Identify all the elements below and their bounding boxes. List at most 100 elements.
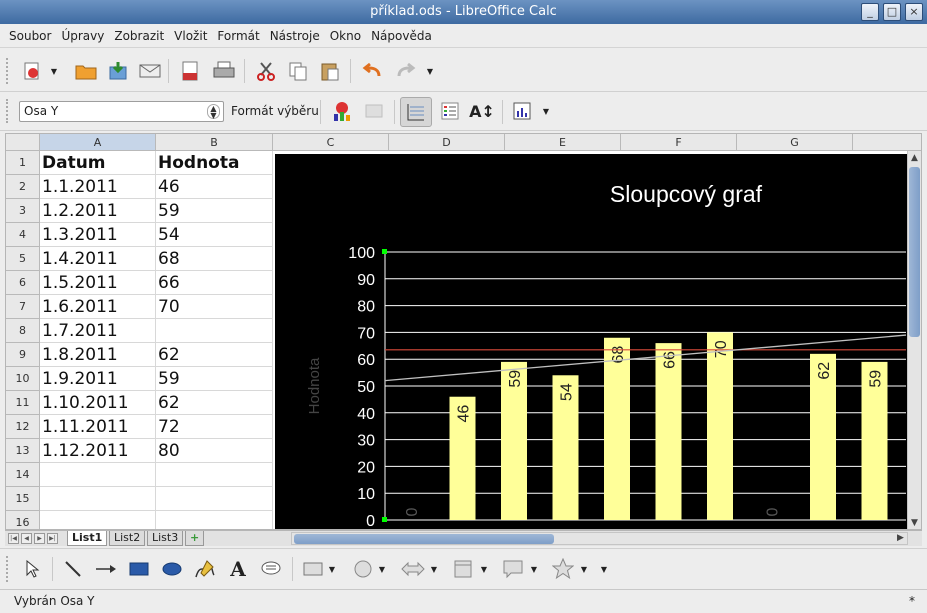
cell-date[interactable]: Datum: [40, 151, 156, 175]
select-arrow-icon[interactable]: [20, 557, 46, 581]
cell-date[interactable]: 1.3.2011: [40, 223, 156, 247]
cell-date[interactable]: [40, 511, 156, 529]
row-header[interactable]: 13: [6, 439, 40, 463]
bar-chart[interactable]: Sloupcový graf 0 10 20 30 40 50 60 70 80 90 100 Hodn…: [275, 154, 908, 530]
cell-value[interactable]: 59: [156, 367, 273, 391]
first-sheet-icon[interactable]: |◀: [8, 533, 19, 544]
rectangle-icon[interactable]: [126, 557, 152, 581]
open-folder-icon[interactable]: [72, 58, 100, 84]
row-header[interactable]: 7: [6, 295, 40, 319]
block-arrows-dropdown-icon[interactable]: ▼: [428, 557, 440, 581]
save-icon[interactable]: [104, 58, 132, 84]
menu-format[interactable]: Formát: [212, 29, 264, 43]
block-arrows-icon[interactable]: [400, 557, 426, 581]
callouts-dropdown-icon[interactable]: ▼: [528, 557, 540, 581]
cell-date[interactable]: 1.6.2011: [40, 295, 156, 319]
callouts-icon[interactable]: [500, 557, 526, 581]
cell-date[interactable]: 1.7.2011: [40, 319, 156, 343]
cell-date[interactable]: 1.11.2011: [40, 415, 156, 439]
horizontal-scrollbar[interactable]: ▶: [291, 532, 908, 545]
cell-value[interactable]: [156, 487, 273, 511]
new-document-icon[interactable]: [18, 58, 46, 84]
format-selection-button[interactable]: Formát výběru: [231, 104, 319, 118]
star-icon[interactable]: [550, 557, 576, 581]
cell-value[interactable]: 80: [156, 439, 273, 463]
menu-nastroje[interactable]: Nástroje: [265, 29, 325, 43]
chart-element-select[interactable]: Osa Y ▲ ▼: [19, 101, 224, 122]
vertical-scrollbar[interactable]: ▲ ▼: [907, 151, 921, 529]
toolbar-grip[interactable]: [6, 58, 10, 84]
column-header-h[interactable]: [853, 134, 921, 151]
cell-date[interactable]: 1.10.2011: [40, 391, 156, 415]
automatic-layout-icon[interactable]: [508, 98, 536, 124]
spreadsheet-grid[interactable]: A B C D E F G 1 Datum Hodnota 2 1.1.2011 46 3 1…: [5, 133, 922, 530]
column-header-d[interactable]: D: [389, 134, 505, 151]
sheet-tab-list1[interactable]: List1: [67, 531, 108, 546]
line-icon[interactable]: [60, 557, 86, 581]
menu-soubor[interactable]: Soubor: [4, 29, 56, 43]
row-header[interactable]: 10: [6, 367, 40, 391]
freeform-icon[interactable]: [192, 557, 218, 581]
scroll-up-icon[interactable]: ▲: [908, 152, 921, 165]
cell-value[interactable]: 54: [156, 223, 273, 247]
symbol-shapes-icon[interactable]: [350, 557, 376, 581]
column-header-f[interactable]: F: [621, 134, 737, 151]
cell-value[interactable]: 72: [156, 415, 273, 439]
cell-value[interactable]: Hodnota: [156, 151, 273, 175]
scale-text-icon[interactable]: A↕: [468, 98, 496, 124]
redo-icon[interactable]: [392, 58, 420, 84]
menu-upravy[interactable]: Úpravy: [56, 29, 109, 43]
export-pdf-icon[interactable]: [176, 58, 204, 84]
row-header[interactable]: 12: [6, 415, 40, 439]
cell-date[interactable]: 1.1.2011: [40, 175, 156, 199]
menu-okno[interactable]: Okno: [325, 29, 366, 43]
print-icon[interactable]: [210, 58, 238, 84]
paste-icon[interactable]: [316, 58, 344, 84]
callout-icon[interactable]: [258, 557, 284, 581]
sheet-tab-list2[interactable]: List2: [109, 531, 146, 546]
cell-date[interactable]: 1.2.2011: [40, 199, 156, 223]
toolbar-overflow-icon[interactable]: ▼: [598, 557, 610, 581]
row-header[interactable]: 2: [6, 175, 40, 199]
cell-value[interactable]: 70: [156, 295, 273, 319]
menu-vlozit[interactable]: Vložit: [169, 29, 212, 43]
basic-shapes-icon[interactable]: [300, 557, 326, 581]
row-header[interactable]: 1: [6, 151, 40, 175]
cell-value[interactable]: 59: [156, 199, 273, 223]
cell-date[interactable]: 1.9.2011: [40, 367, 156, 391]
chart-data-table-icon[interactable]: [360, 98, 388, 124]
cell-date[interactable]: 1.12.2011: [40, 439, 156, 463]
ellipse-icon[interactable]: [159, 557, 185, 581]
cell-date[interactable]: [40, 487, 156, 511]
symbol-shapes-dropdown-icon[interactable]: ▼: [376, 557, 388, 581]
row-header[interactable]: 6: [6, 271, 40, 295]
cell-value[interactable]: 66: [156, 271, 273, 295]
chart-type-icon[interactable]: [328, 98, 356, 124]
scroll-right-icon[interactable]: ▶: [894, 532, 907, 545]
cell-date[interactable]: 1.4.2011: [40, 247, 156, 271]
undo-icon[interactable]: [358, 58, 386, 84]
cell-date[interactable]: [40, 463, 156, 487]
row-header[interactable]: 4: [6, 223, 40, 247]
toolbar-grip[interactable]: [6, 99, 10, 123]
toolbar-overflow-icon[interactable]: ▼: [424, 58, 436, 84]
add-sheet-icon[interactable]: +: [185, 531, 205, 546]
column-header-a[interactable]: A: [40, 134, 156, 151]
cut-icon[interactable]: [252, 58, 280, 84]
cell-value[interactable]: [156, 463, 273, 487]
menu-napoveda[interactable]: Nápověda: [366, 29, 437, 43]
row-header[interactable]: 9: [6, 343, 40, 367]
prev-sheet-icon[interactable]: ◀: [21, 533, 32, 544]
column-header-b[interactable]: B: [156, 134, 273, 151]
scroll-down-icon[interactable]: ▼: [908, 517, 921, 529]
stars-dropdown-icon[interactable]: ▼: [578, 557, 590, 581]
text-icon[interactable]: A: [225, 557, 251, 581]
row-header[interactable]: 5: [6, 247, 40, 271]
row-header[interactable]: 15: [6, 487, 40, 511]
column-header-e[interactable]: E: [505, 134, 621, 151]
menu-zobrazit[interactable]: Zobrazit: [109, 29, 169, 43]
cell-value[interactable]: 68: [156, 247, 273, 271]
sheet-tab-list3[interactable]: List3: [147, 531, 184, 546]
row-header[interactable]: 16: [6, 511, 40, 529]
cell-date[interactable]: 1.5.2011: [40, 271, 156, 295]
